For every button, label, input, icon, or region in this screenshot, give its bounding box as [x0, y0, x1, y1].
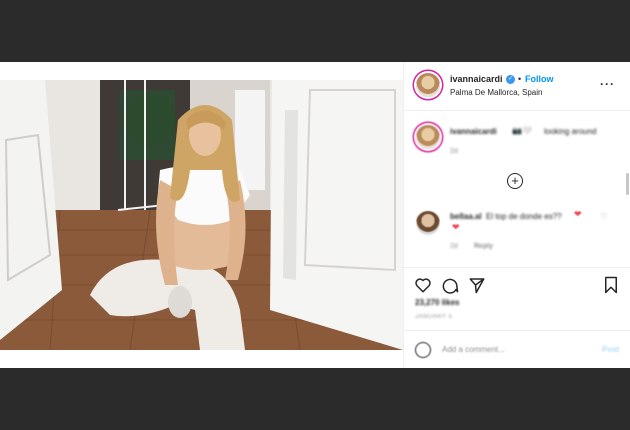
post-details-panel: ivannaicardi ✓ • Follow Palma De Mallorc…	[403, 62, 630, 368]
comment-text: El top de donde es??	[486, 212, 562, 221]
like-heart-icon[interactable]	[414, 276, 432, 294]
likes-count[interactable]: 23,270 likes	[415, 298, 459, 307]
caption-time: 2d	[450, 148, 458, 155]
comment-time: 2d	[450, 243, 458, 250]
post-image	[0, 80, 403, 350]
post-photo[interactable]	[0, 80, 403, 350]
reply-button[interactable]: Reply	[474, 243, 493, 250]
author-avatar[interactable]	[416, 73, 440, 97]
separator-dot: •	[518, 74, 522, 84]
follow-button[interactable]: Follow	[525, 74, 554, 84]
commenter-avatar[interactable]	[416, 211, 440, 235]
more-options-icon[interactable]: ···	[600, 77, 615, 91]
caption-avatar[interactable]	[416, 125, 440, 149]
emoji-smiley-icon[interactable]	[415, 342, 431, 358]
post-location[interactable]: Palma De Mallorca, Spain	[450, 88, 542, 97]
caption-text: looking around	[544, 127, 597, 136]
author-username[interactable]: ivannaicardi	[450, 74, 503, 84]
like-comment-icon[interactable]: ♡	[600, 212, 607, 221]
red-heart-emoji-icon: ❤	[574, 209, 582, 219]
post-modal: ivannaicardi ✓ • Follow Palma De Mallorc…	[0, 62, 630, 368]
red-heart-emoji-icon-2: ❤	[452, 222, 460, 232]
share-send-icon[interactable]	[468, 276, 486, 294]
post-date: JANUARY 5	[415, 314, 453, 320]
add-comment-input[interactable]: Add a comment...	[442, 345, 505, 354]
comments-scrollbar[interactable]	[626, 173, 629, 195]
comments-list: ivannaicardi 📷🤍 looking around 2d + bell…	[404, 111, 630, 267]
bookmark-save-icon[interactable]	[603, 276, 619, 294]
comment-bubble-icon[interactable]	[441, 276, 459, 294]
post-actions: 23,270 likes JANUARY 5	[404, 267, 630, 330]
commenter-username[interactable]: bellaa.al	[450, 212, 482, 221]
verified-badge-icon: ✓	[506, 75, 515, 84]
post-comment-button[interactable]: Post	[602, 345, 619, 354]
load-more-comments-icon[interactable]: +	[507, 173, 523, 189]
caption-emoji-icon: 📷🤍	[512, 126, 532, 135]
caption-username[interactable]: ivannaicardi	[450, 127, 497, 136]
add-comment-bar: Add a comment... Post	[404, 330, 630, 369]
post-header: ivannaicardi ✓ • Follow Palma De Mallorc…	[404, 62, 630, 111]
